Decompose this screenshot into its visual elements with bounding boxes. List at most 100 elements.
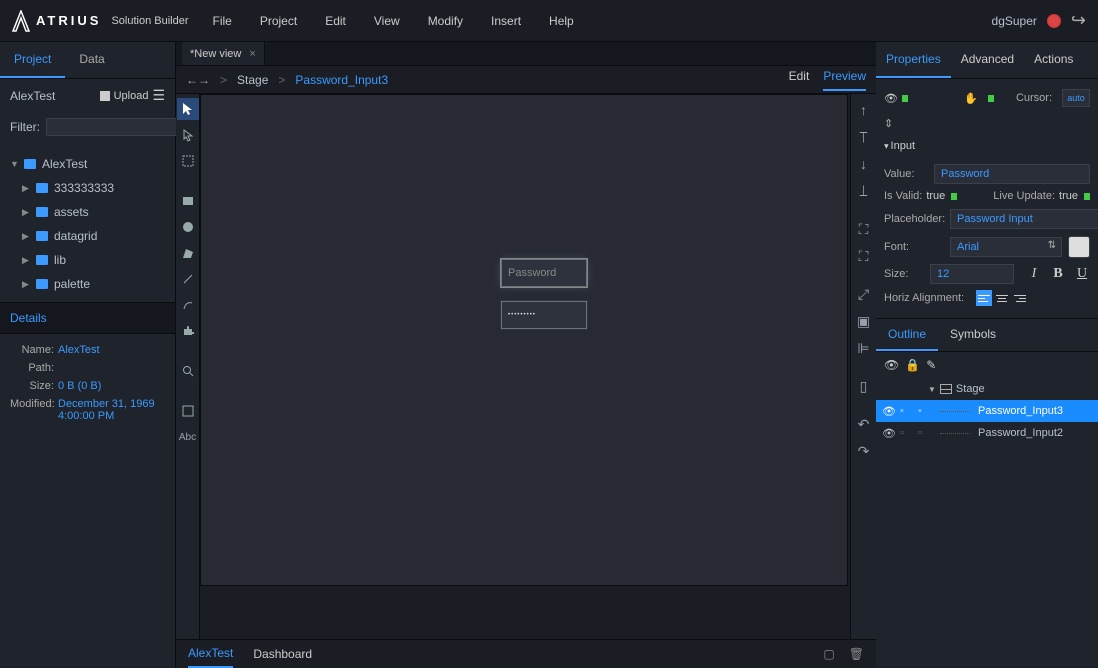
tree-item[interactable]: ▶ palette [0,272,175,296]
align-left-button[interactable] [976,290,992,306]
align-bottom-icon[interactable]: ⟘ [852,179,876,203]
tool-text-icon[interactable]: Abc [177,426,199,448]
upload-button[interactable]: Upload ☰ [100,87,165,104]
menu-view[interactable]: View [374,14,400,28]
fit-width-icon[interactable]: ⛶ [852,217,876,241]
trash-icon[interactable]: 🗑 [849,647,864,661]
breadcrumb-current[interactable]: Password_Input3 [295,73,388,87]
document-tab[interactable]: *New view × [182,42,265,65]
user-avatar-icon[interactable] [1047,14,1061,28]
project-tree: ▼ AlexTest ▶ 333333333 ▶ assets ▶ datagr… [0,146,175,302]
caret-icon[interactable]: ▶ [22,279,30,290]
edit-icon[interactable]: ✎ [926,358,936,372]
box-slot-icon[interactable]: ▪ [918,405,932,417]
tree-item[interactable]: ▶ datagrid [0,224,175,248]
align-center-button[interactable] [994,290,1010,306]
menu-file[interactable]: File [213,14,232,28]
detail-name-label: Name: [10,344,54,356]
tool-pen-icon[interactable] [177,294,199,316]
tab-outline[interactable]: Outline [876,319,938,351]
tab-advanced[interactable]: Advanced [951,42,1024,78]
value-input[interactable] [934,164,1090,184]
menu-edit[interactable]: Edit [325,14,346,28]
size-input[interactable] [930,264,1014,284]
caret-icon[interactable]: ▶ [22,231,30,242]
tool-line-icon[interactable] [177,268,199,290]
tool-search-icon[interactable] [177,360,199,382]
tool-puzzle-icon[interactable] [177,320,199,342]
undo-icon[interactable]: ↶ [852,412,876,436]
bottom-tab-dashboard[interactable]: Dashboard [253,641,312,667]
arrow-up-icon[interactable]: ↑ [852,98,876,122]
menu-insert[interactable]: Insert [491,14,521,28]
outline-stage-row[interactable]: ▼ Stage [876,378,1098,400]
font-color-swatch[interactable] [1068,236,1090,258]
underline-button[interactable]: U [1074,266,1090,282]
caret-icon[interactable]: ▼ [928,385,936,394]
caret-icon[interactable]: ▼ [10,159,18,169]
nav-back-icon[interactable]: ←→ [186,73,210,87]
eye-icon[interactable]: 👁 [884,358,899,372]
align-left-icon[interactable]: ⊫ [852,336,876,360]
menu-project[interactable]: Project [260,14,297,28]
lock-slot-icon[interactable]: ▪ [900,405,914,417]
logout-icon[interactable]: ↪ [1071,10,1086,31]
mode-edit[interactable]: Edit [789,69,810,91]
tool-direct-select-icon[interactable] [177,124,199,146]
align-right-button[interactable] [1012,290,1028,306]
section-input[interactable]: Input [884,134,1090,158]
placeholder-input[interactable] [950,209,1098,229]
tool-ellipse-icon[interactable] [177,216,199,238]
list-view-icon[interactable]: ☰ [152,87,165,104]
redo-icon[interactable]: ↷ [852,439,876,463]
sort-icon[interactable]: ⇕ [884,118,893,130]
align-top-icon[interactable]: ⟙ [852,125,876,149]
bold-button[interactable]: B [1050,266,1066,282]
tab-project[interactable]: Project [0,42,65,78]
group-icon[interactable]: ▣ [852,309,876,333]
tool-marquee-icon[interactable] [177,150,199,172]
tree-item[interactable]: ▶ assets [0,200,175,224]
italic-button[interactable]: I [1026,266,1042,282]
lock-icon[interactable]: 🔒 [905,358,920,372]
expand-icon[interactable]: ⤢ [852,282,876,306]
outline-item[interactable]: 👁 ▫ ▫ Password_Input2 [876,422,1098,444]
center-icon[interactable]: ▯ [852,374,876,398]
close-tab-icon[interactable]: × [249,48,255,60]
fit-height-icon[interactable]: ⛶ [852,244,876,268]
menu-help[interactable]: Help [549,14,574,28]
status-box-icon[interactable]: ▢ [823,647,834,661]
tool-select-icon[interactable] [177,98,199,120]
tree-item[interactable]: ▶ lib [0,248,175,272]
eye-icon[interactable]: 👁 [882,427,896,440]
hand-icon[interactable]: ✋ [964,92,978,105]
mode-preview[interactable]: Preview [823,69,866,91]
outline-item-selected[interactable]: 👁 ▪ ▪ Password_Input3 [876,400,1098,422]
password-input-2[interactable]: ••••••••• [501,301,587,329]
password-input-1[interactable]: Password [501,259,587,287]
caret-icon[interactable]: ▶ [22,207,30,218]
menu-modify[interactable]: Modify [428,14,463,28]
bottom-tab-alextest[interactable]: AlexTest [188,640,233,668]
caret-icon[interactable]: ▶ [22,183,30,194]
stage-viewport[interactable]: Password ••••••••• [200,94,850,639]
tab-actions[interactable]: Actions [1024,42,1083,78]
caret-icon[interactable]: ▶ [22,255,30,266]
visible-icon[interactable]: 👁 [884,92,896,105]
font-select[interactable] [950,237,1062,257]
tree-item[interactable]: ▶ 333333333 [0,176,175,200]
tab-data[interactable]: Data [65,42,118,78]
tool-container-icon[interactable] [177,400,199,422]
cursor-select[interactable]: auto [1062,89,1090,107]
tab-symbols[interactable]: Symbols [938,319,1008,351]
properties-body: 👁 ✋ Cursor: auto ⇕ Input Value: Is Valid… [876,79,1098,318]
tool-rectangle-icon[interactable] [177,190,199,212]
box-slot-icon[interactable]: ▫ [918,427,932,439]
eye-icon[interactable]: 👁 [882,405,896,418]
tool-polygon-icon[interactable] [177,242,199,264]
lock-slot-icon[interactable]: ▫ [900,427,914,439]
arrow-down-icon[interactable]: ↓ [852,152,876,176]
tree-root[interactable]: ▼ AlexTest [0,152,175,176]
tab-properties[interactable]: Properties [876,42,951,78]
breadcrumb-stage[interactable]: Stage [237,73,268,87]
